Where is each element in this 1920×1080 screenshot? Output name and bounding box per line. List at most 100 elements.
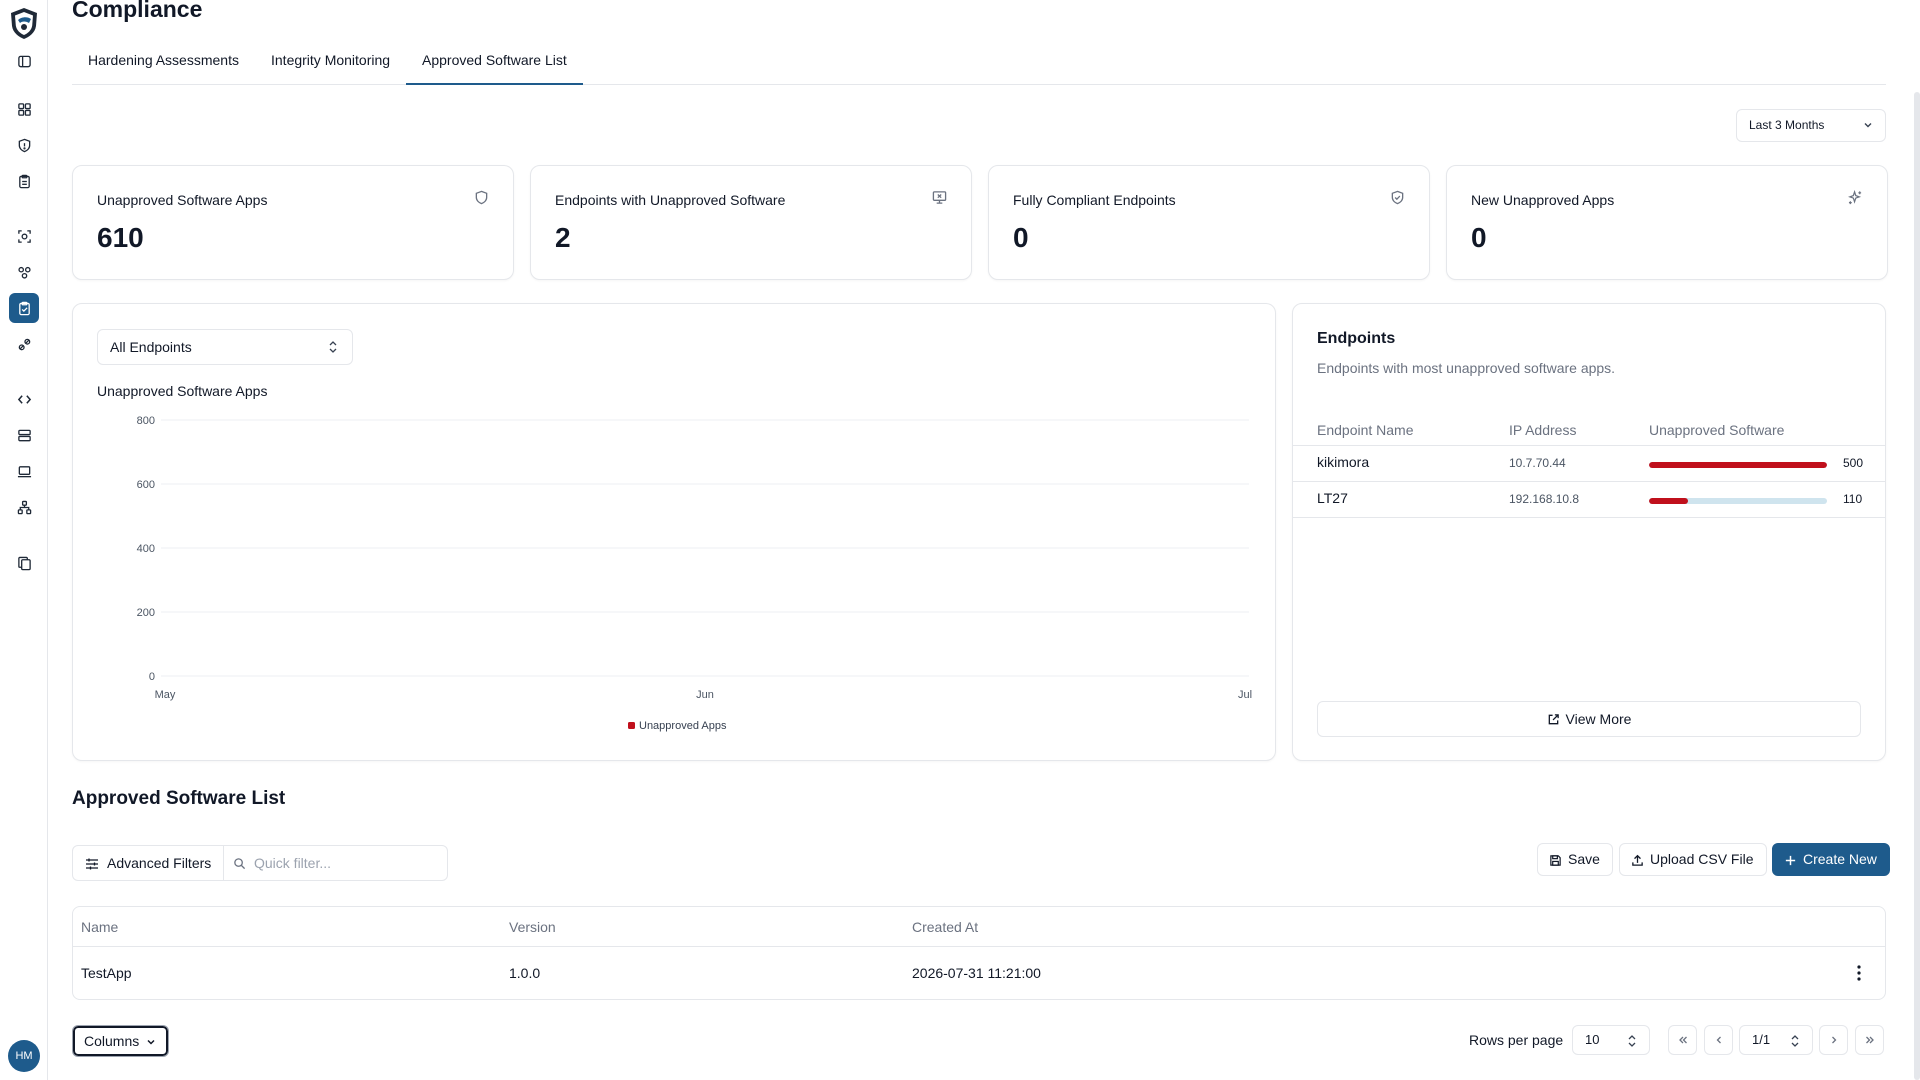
rows-per-page-value: 10 xyxy=(1585,1032,1600,1047)
sidebar: HM xyxy=(0,0,48,1080)
tab-integrity-monitoring[interactable]: Integrity Monitoring xyxy=(255,44,406,85)
save-button[interactable]: Save xyxy=(1537,843,1613,876)
legend-label: Unapproved Apps xyxy=(639,720,727,732)
endpoints-subtitle: Endpoints with most unapproved software … xyxy=(1317,360,1616,376)
endpoint-row[interactable]: kikimora 10.7.70.44 500 xyxy=(1293,446,1885,482)
stat-label: New Unapproved Apps xyxy=(1471,192,1615,208)
app-logo-icon[interactable] xyxy=(8,6,40,40)
stat-card-endpoints-unapproved: Endpoints with Unapproved Software 2 xyxy=(530,165,972,280)
endpoint-count: 500 xyxy=(1843,456,1864,470)
chart-title: Unapproved Software Apps xyxy=(97,383,268,399)
tab-bar: Hardening Assessments Integrity Monitori… xyxy=(72,44,1886,85)
chevron-down-icon xyxy=(1864,123,1872,128)
sidebar-toggle-icon[interactable] xyxy=(9,46,39,76)
chevron-updown-icon xyxy=(1791,1035,1799,1047)
unapproved-bar-fill xyxy=(1649,498,1689,504)
stat-card-unapproved-apps: Unapproved Software Apps 610 xyxy=(72,165,514,280)
columns-button[interactable]: Columns xyxy=(72,1025,169,1057)
endpoint-name: kikimora xyxy=(1317,454,1370,470)
chevron-updown-icon xyxy=(1628,1035,1636,1047)
sidebar-item-servers[interactable] xyxy=(9,420,39,450)
create-new-button[interactable]: Create New xyxy=(1772,843,1890,876)
page-value: 1/1 xyxy=(1752,1032,1771,1047)
chevrons-left-icon xyxy=(1678,1036,1687,1044)
external-link-icon xyxy=(1548,714,1559,725)
sidebar-item-network[interactable] xyxy=(9,492,39,522)
sidebar-item-security[interactable] xyxy=(9,130,39,160)
endpoints-title: Endpoints xyxy=(1317,330,1396,347)
sidebar-item-compliance[interactable] xyxy=(9,293,39,323)
view-more-button[interactable]: View More xyxy=(1317,701,1861,737)
upload-csv-button[interactable]: Upload CSV File xyxy=(1619,843,1767,876)
endpoint-count: 110 xyxy=(1843,492,1863,506)
sidebar-item-code[interactable] xyxy=(9,384,39,414)
column-header-unapproved-software: Unapproved Software xyxy=(1649,422,1785,438)
endpoint-ip: 192.168.10.8 xyxy=(1509,492,1580,506)
previous-page-button[interactable] xyxy=(1704,1025,1733,1055)
last-page-button[interactable] xyxy=(1855,1025,1884,1055)
y-tick-label: 0 xyxy=(149,671,155,683)
sliders-icon xyxy=(86,858,98,870)
quick-filter-input[interactable] xyxy=(223,845,448,881)
columns-label: Columns xyxy=(84,1033,140,1049)
sidebar-item-dashboard[interactable] xyxy=(9,94,39,124)
more-vertical-icon[interactable] xyxy=(1851,963,1867,983)
y-tick-label: 200 xyxy=(137,607,155,619)
time-range-select[interactable]: Last 3 Months xyxy=(1736,109,1886,142)
stat-label: Unapproved Software Apps xyxy=(97,192,268,208)
sidebar-item-threats[interactable] xyxy=(9,257,39,287)
column-header-ip-address: IP Address xyxy=(1509,422,1577,438)
rows-per-page-select[interactable]: 10 xyxy=(1572,1025,1650,1055)
next-page-button[interactable] xyxy=(1819,1025,1848,1055)
chevron-down-icon xyxy=(147,1039,155,1045)
monitor-x-icon xyxy=(932,191,947,204)
tab-approved-software-list[interactable]: Approved Software List xyxy=(406,44,583,85)
first-page-button[interactable] xyxy=(1668,1025,1697,1055)
advanced-filters-button[interactable]: Advanced Filters xyxy=(72,845,224,881)
endpoints-card: Endpoints Endpoints with most unapproved… xyxy=(1292,303,1886,761)
x-tick-label: Jun xyxy=(696,689,714,701)
cell-name: TestApp xyxy=(81,965,132,981)
stat-card-new-unapproved: New Unapproved Apps 0 xyxy=(1446,165,1888,280)
endpoint-filter-select[interactable]: All Endpoints xyxy=(97,329,353,365)
sidebar-item-integrations[interactable] xyxy=(9,329,39,359)
stat-value: 610 xyxy=(97,222,144,253)
page-title: Compliance xyxy=(72,0,203,22)
column-header-version[interactable]: Version xyxy=(509,919,556,935)
stat-value: 0 xyxy=(1013,222,1029,253)
stat-label: Fully Compliant Endpoints xyxy=(1013,192,1176,208)
page-select[interactable]: 1/1 xyxy=(1739,1025,1813,1055)
table-header: Name Version Created At xyxy=(73,907,1885,947)
search-icon xyxy=(234,858,246,870)
unapproved-bar xyxy=(1649,462,1827,468)
sidebar-item-endpoints[interactable] xyxy=(9,456,39,486)
column-header-created-at[interactable]: Created At xyxy=(912,919,978,935)
user-avatar[interactable]: HM xyxy=(8,1040,40,1072)
view-more-label: View More xyxy=(1565,711,1632,727)
rows-per-page-label: Rows per page xyxy=(1469,1032,1564,1048)
advanced-filters-label: Advanced Filters xyxy=(107,855,212,871)
cell-version: 1.0.0 xyxy=(509,965,541,981)
table-row[interactable]: TestApp 1.0.0 2026-07-31 11:21:00 xyxy=(73,947,1885,999)
sidebar-item-reports[interactable] xyxy=(9,166,39,196)
endpoint-row[interactable]: LT27 192.168.10.8 110 xyxy=(1293,482,1885,518)
x-tick-label: May xyxy=(155,689,176,701)
plus-icon xyxy=(1785,855,1796,866)
page-scrollbar[interactable] xyxy=(1914,92,1920,1080)
time-range-value: Last 3 Months xyxy=(1749,118,1825,132)
tab-hardening-assessments[interactable]: Hardening Assessments xyxy=(72,44,255,85)
endpoint-name: LT27 xyxy=(1317,490,1348,506)
shield-icon xyxy=(475,190,488,205)
unapproved-bar-fill xyxy=(1649,462,1827,468)
endpoints-table-header: Endpoint Name IP Address Unapproved Soft… xyxy=(1293,414,1885,446)
upload-icon xyxy=(1632,854,1643,866)
software-table: Name Version Created At TestApp 1.0.0 20… xyxy=(72,906,1886,1000)
sidebar-item-documents[interactable] xyxy=(9,548,39,578)
endpoint-filter-value: All Endpoints xyxy=(110,339,192,355)
stat-label: Endpoints with Unapproved Software xyxy=(555,192,786,208)
stat-value: 0 xyxy=(1471,222,1487,253)
y-tick-label: 600 xyxy=(137,479,155,491)
column-header-name[interactable]: Name xyxy=(81,919,118,935)
sidebar-item-scan[interactable] xyxy=(9,221,39,251)
shield-check-icon xyxy=(1391,190,1404,205)
